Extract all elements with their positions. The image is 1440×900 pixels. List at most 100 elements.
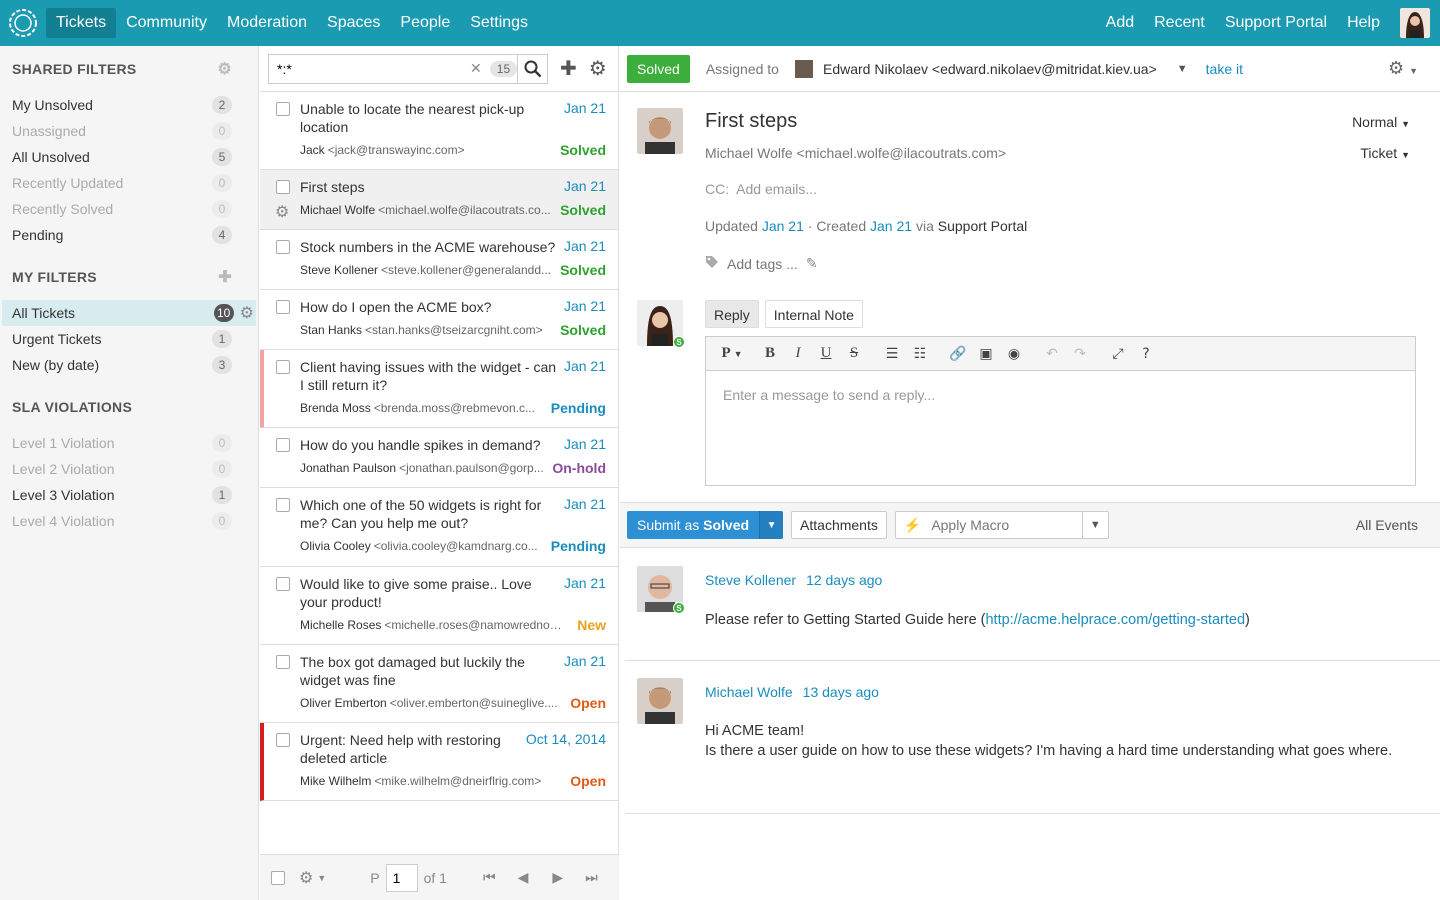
italic-icon[interactable]: I — [784, 345, 812, 362]
clear-icon[interactable]: ✕ — [470, 60, 482, 77]
submit-button[interactable]: Submit as Solved — [627, 511, 760, 539]
ticket-checkbox[interactable] — [276, 102, 290, 116]
ticket-checkbox[interactable] — [276, 180, 290, 194]
chevron-down-icon[interactable]: ▼ — [317, 873, 326, 883]
ticket-checkbox[interactable] — [276, 577, 290, 591]
underline-icon[interactable]: U — [812, 345, 840, 362]
ticket-row[interactable]: Would like to give some praise.. Love yo… — [260, 567, 618, 645]
ticket-row[interactable]: Stock numbers in the ACME warehouse? Jan… — [260, 230, 618, 290]
ticket-checkbox[interactable] — [276, 438, 290, 452]
priority-dropdown[interactable]: Normal ▼ — [1352, 114, 1410, 130]
bullet-list-icon[interactable]: ☰ — [878, 346, 906, 362]
event-time[interactable]: 13 days ago — [803, 684, 879, 700]
gear-icon[interactable]: ⚙ — [240, 303, 254, 323]
nav-add[interactable]: Add — [1096, 8, 1144, 38]
nav-support-portal[interactable]: Support Portal — [1215, 8, 1337, 38]
filter-recently-updated[interactable]: Recently Updated 0 — [0, 170, 258, 196]
ticket-checkbox[interactable] — [276, 498, 290, 512]
paragraph-format-icon[interactable]: P ▼ — [718, 345, 746, 362]
tab-internal-note[interactable]: Internal Note — [764, 300, 863, 328]
ticket-checkbox[interactable] — [276, 733, 290, 747]
attachments-button[interactable]: Attachments — [791, 511, 887, 539]
page-input[interactable] — [385, 863, 418, 892]
gear-icon[interactable]: ⚙ — [217, 59, 232, 79]
video-icon[interactable]: ◉ — [1000, 346, 1028, 362]
ticket-checkbox[interactable] — [276, 655, 290, 669]
logo-icon[interactable] — [0, 0, 46, 46]
ticket-row[interactable]: Which one of the 50 widgets is right for… — [260, 488, 618, 567]
all-events-filter[interactable]: All Events — [1356, 517, 1418, 533]
help-icon[interactable]: ? — [1132, 346, 1160, 362]
event-time[interactable]: 12 days ago — [806, 572, 882, 588]
guide-link[interactable]: http://acme.helprace.com/getting-started — [985, 612, 1245, 628]
filter-my-unsolved[interactable]: My Unsolved 2 — [0, 92, 258, 118]
filter-level-1[interactable]: Level 1 Violation 0 — [0, 430, 258, 456]
redo-icon[interactable]: ↷ — [1066, 346, 1094, 362]
select-all-checkbox[interactable] — [271, 870, 285, 885]
ticket-row[interactable]: Unable to locate the nearest pick-up loc… — [260, 92, 618, 170]
search-input[interactable] — [277, 60, 467, 77]
add-ticket-icon[interactable]: ✚ — [560, 56, 577, 81]
submit-options-icon[interactable]: ▼ — [759, 511, 784, 539]
filter-all-tickets[interactable]: All Tickets 10 ⚙ — [2, 300, 256, 326]
last-page-icon[interactable]: ⏭ — [585, 869, 598, 886]
chevron-down-icon[interactable]: ▼ — [1081, 512, 1108, 538]
macro-select[interactable]: ⚡ Apply Macro ▼ — [894, 511, 1109, 539]
filter-level-3[interactable]: Level 3 Violation 1 — [0, 482, 258, 508]
filter-all-unsolved[interactable]: All Unsolved 5 — [0, 144, 258, 170]
first-page-icon[interactable]: ⏮ — [483, 869, 496, 886]
ticket-row[interactable]: How do I open the ACME box? Jan 21 Stan … — [260, 290, 618, 350]
next-page-icon[interactable]: ▶ — [552, 869, 563, 886]
created-date[interactable]: Jan 21 — [870, 218, 912, 234]
nav-recent[interactable]: Recent — [1144, 8, 1215, 38]
nav-people[interactable]: People — [390, 8, 460, 38]
ticket-row[interactable]: Urgent: Need help with restoring deleted… — [260, 723, 618, 801]
ticket-row[interactable]: ⚙ First steps Jan 21 Michael Wolfe <micha… — [260, 170, 618, 230]
filter-new-by-date[interactable]: New (by date) 3 — [0, 352, 258, 378]
ticket-row[interactable]: How do you handle spikes in demand? Jan … — [260, 428, 618, 488]
take-it-link[interactable]: take it — [1206, 61, 1243, 77]
filter-level-4[interactable]: Level 4 Violation 0 — [0, 508, 258, 534]
nav-settings[interactable]: Settings — [460, 8, 538, 38]
cc-field[interactable]: CC: Add emails... — [705, 181, 817, 197]
event-author[interactable]: Steve Kollener — [705, 572, 796, 588]
filter-unassigned[interactable]: Unassigned 0 — [0, 118, 258, 144]
gear-icon[interactable]: ⚙ ▼ — [1388, 58, 1418, 79]
filter-pending[interactable]: Pending 4 — [0, 222, 258, 248]
user-avatar[interactable] — [1400, 8, 1430, 38]
ticket-checkbox[interactable] — [276, 360, 290, 374]
undo-icon[interactable]: ↶ — [1038, 346, 1066, 362]
gear-icon[interactable]: ⚙ — [589, 56, 607, 81]
nav-spaces[interactable]: Spaces — [317, 8, 390, 38]
ticket-checkbox[interactable] — [276, 300, 290, 314]
ticket-row[interactable]: The box got damaged but luckily the widg… — [260, 645, 618, 723]
nav-community[interactable]: Community — [116, 8, 217, 38]
plus-icon[interactable]: ✚ — [218, 267, 232, 287]
strikethrough-icon[interactable]: S — [840, 345, 868, 362]
tab-reply[interactable]: Reply — [705, 300, 759, 328]
filter-recently-solved[interactable]: Recently Solved 0 — [0, 196, 258, 222]
link-icon[interactable]: 🔗 — [944, 346, 972, 362]
filter-level-2[interactable]: Level 2 Violation 0 — [0, 456, 258, 482]
nav-tickets[interactable]: Tickets — [46, 8, 117, 38]
updated-date[interactable]: Jan 21 — [762, 218, 804, 234]
bold-icon[interactable]: B — [756, 345, 784, 362]
ticket-row[interactable]: Client having issues with the widget - c… — [260, 350, 618, 428]
numbered-list-icon[interactable]: ☷ — [906, 346, 934, 362]
tags-field[interactable]: Add tags ... ✎ — [705, 255, 818, 272]
ticket-checkbox[interactable] — [276, 240, 290, 254]
nav-moderation[interactable]: Moderation — [217, 8, 317, 38]
filter-urgent-tickets[interactable]: Urgent Tickets 1 — [0, 326, 258, 352]
reply-input[interactable]: Enter a message to send a reply... — [706, 371, 1415, 419]
gear-icon[interactable]: ⚙ — [275, 202, 289, 222]
status-button[interactable]: Solved — [627, 54, 690, 83]
event-author[interactable]: Michael Wolfe — [705, 684, 793, 700]
chevron-down-icon[interactable]: ▼ — [1177, 63, 1188, 75]
gear-icon[interactable]: ⚙ — [299, 868, 313, 888]
image-icon[interactable]: ▣ — [972, 346, 1000, 362]
pencil-icon[interactable]: ✎ — [806, 255, 818, 272]
prev-page-icon[interactable]: ◀ — [518, 869, 529, 886]
nav-help[interactable]: Help — [1337, 8, 1390, 38]
search-icon[interactable] — [517, 54, 547, 83]
fullscreen-icon[interactable]: ⤢ — [1104, 346, 1132, 362]
